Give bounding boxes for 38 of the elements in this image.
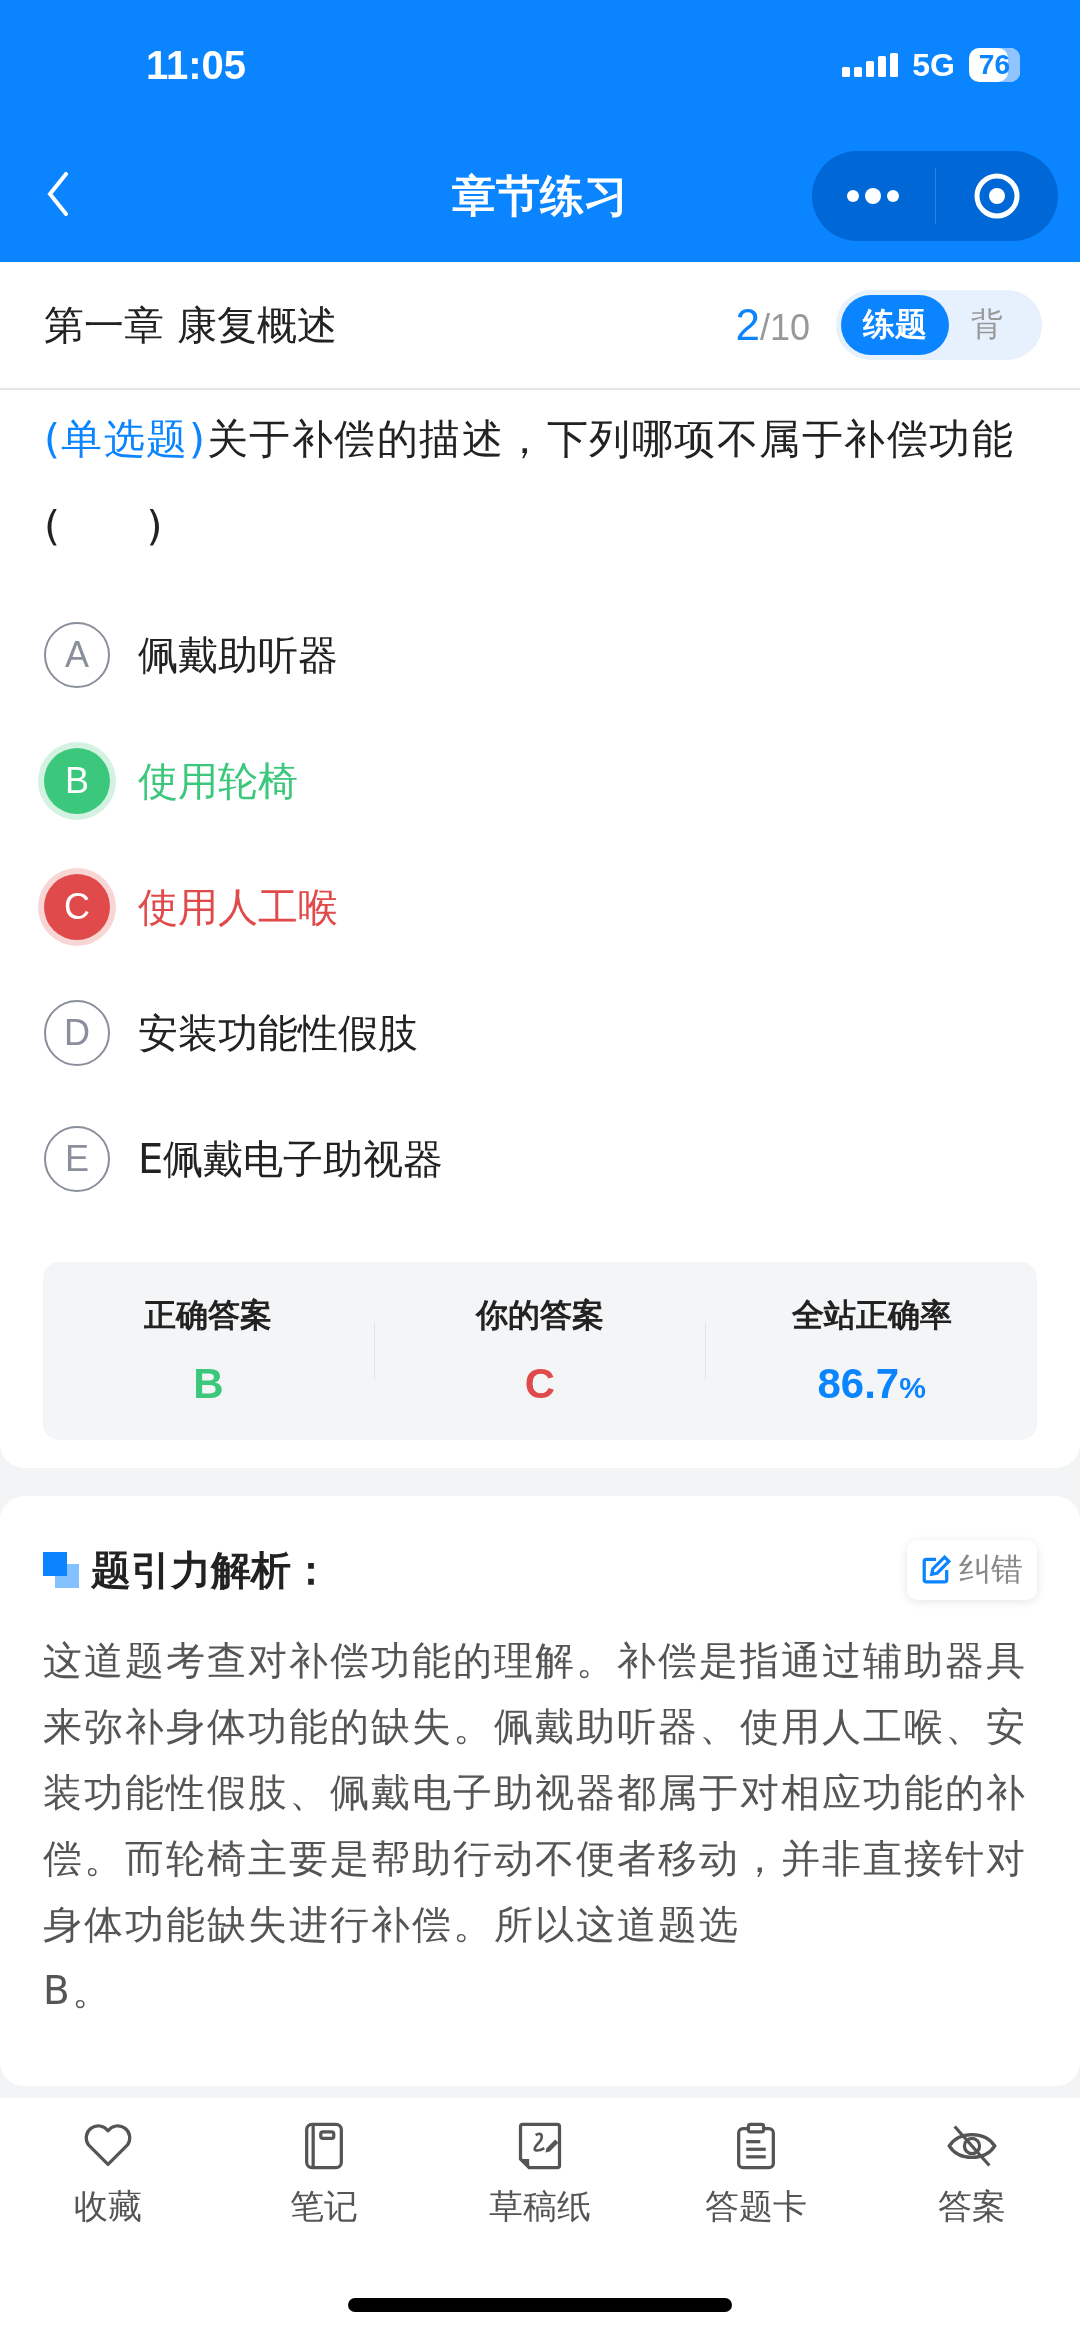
close-icon[interactable] — [972, 172, 1021, 220]
network-label: 5G — [912, 46, 955, 84]
option-letter[interactable]: A — [44, 622, 110, 688]
analysis-text: 这道题考查对补偿功能的理解。补偿是指通过辅助器具来弥补身体功能的缺失。佩戴助听器、使用人工喉、安装功能性假肢、佩戴电子助视器都属于对相应功能的补偿。而轮椅主要是帮助行动不便者移动，并非直接针对身体功能缺失进行补偿。所以这道题选 B。 — [43, 1637, 1028, 2015]
battery-level: 76 — [968, 48, 1020, 82]
stat-value: C — [524, 1360, 556, 1408]
option-text[interactable]: 安装功能性假肢 — [138, 1005, 418, 1061]
analysis-title: 题引力解析： — [91, 1545, 331, 1595]
stat-label: 正确答案 — [144, 1295, 273, 1336]
stat-label: 全站正确率 — [791, 1295, 952, 1336]
signal-icon — [842, 50, 899, 80]
option-text[interactable]: 佩戴助听器 — [138, 627, 338, 683]
option-letter[interactable]: E — [44, 1126, 110, 1192]
toolbar-button[interactable]: 答案 — [864, 2120, 1080, 2230]
stat-value: 86.7% — [817, 1360, 926, 1408]
mode-tab[interactable]: 练题 — [841, 295, 949, 355]
more-icon[interactable] — [847, 188, 900, 204]
edit-icon — [921, 1555, 951, 1585]
option-text[interactable]: 使用轮椅 — [138, 753, 298, 809]
chapter-title: 第一章 康复概述 — [44, 300, 337, 350]
toolbar-button[interactable]: 笔记 — [216, 2120, 432, 2230]
back-icon[interactable] — [46, 172, 70, 216]
mode-tab[interactable]: 背 — [949, 295, 1025, 355]
question-number: 2 — [735, 300, 760, 350]
option-text[interactable]: 使用人工喉 — [138, 879, 338, 935]
toolbar-button[interactable]: 答题卡 — [648, 2120, 864, 2230]
clock-time: 11:05 — [146, 42, 247, 88]
toolbar-button[interactable]: 收藏 — [0, 2120, 216, 2230]
stat-value: B — [193, 1360, 224, 1408]
page-title: 章节练习 — [452, 169, 628, 221]
question-text: (单选题)关于补偿的描述，下列哪项不属于补偿功能( ) — [43, 414, 1015, 552]
toolbar-button[interactable]: 草稿纸 — [432, 2120, 648, 2230]
squares-icon — [43, 1552, 79, 1588]
option-text[interactable]: E佩戴电子助视器 — [138, 1131, 444, 1187]
stat-label: 你的答案 — [476, 1295, 604, 1336]
report-error-button[interactable]: 纠错 — [907, 1540, 1037, 1600]
question-total: /10 — [759, 307, 810, 349]
option-letter[interactable]: D — [44, 1000, 110, 1066]
